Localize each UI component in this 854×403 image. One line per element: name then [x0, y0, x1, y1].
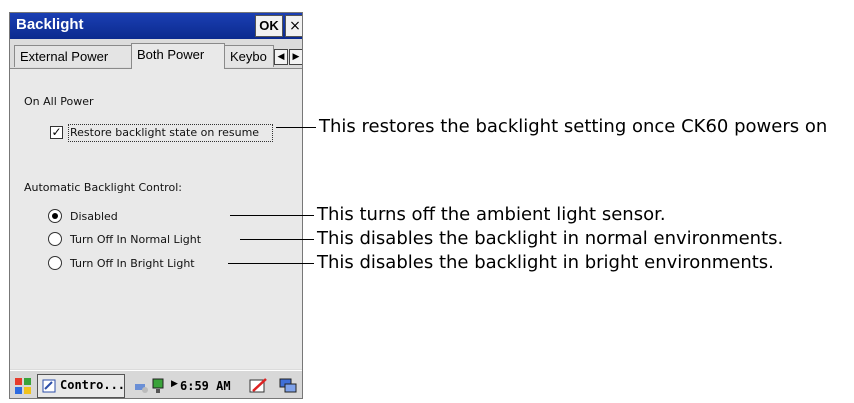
clock[interactable]: 6:59 AM [180, 379, 231, 393]
tab-external-power[interactable]: External Power [14, 45, 132, 67]
tab-keyboard[interactable]: Keybo [224, 45, 274, 67]
pen-input-icon[interactable] [249, 377, 269, 395]
connection-icon[interactable] [151, 377, 169, 395]
ok-button[interactable]: OK [255, 15, 283, 37]
check-icon: ✓ [51, 125, 62, 139]
annotation-bright-light: This disables the backlight in bright en… [317, 252, 774, 273]
control-panel-icon [42, 379, 56, 393]
settings-panel: On All Power ✓ Restore backlight state o… [10, 69, 302, 369]
annotation-line [240, 239, 314, 240]
radio-normal-light-label[interactable]: Turn Off In Normal Light [70, 233, 201, 246]
tab-scroll-right-button[interactable]: ▶ [289, 49, 302, 65]
radio-bright-light-label[interactable]: Turn Off In Bright Light [70, 257, 195, 270]
annotation-normal-light: This disables the backlight in normal en… [317, 228, 784, 249]
annotation-line [230, 215, 314, 216]
annotation-restore: This restores the backlight setting once… [319, 116, 828, 137]
device-window: Backlight OK × External Power Both Power… [9, 12, 303, 399]
window-title: Backlight [16, 16, 84, 33]
network-icon[interactable] [133, 378, 149, 394]
radio-disabled[interactable] [48, 209, 62, 223]
restore-backlight-label[interactable]: Restore backlight state on resume [70, 126, 259, 139]
tab-both-power[interactable]: Both Power [131, 43, 225, 69]
windows-switch-icon[interactable] [278, 377, 298, 395]
radio-disabled-label[interactable]: Disabled [70, 210, 118, 223]
task-control-panel-button[interactable]: Contro... [37, 374, 125, 398]
close-button[interactable]: × [285, 15, 302, 37]
radio-turn-off-normal-light[interactable] [48, 232, 62, 246]
chevron-right-icon: ▶ [292, 52, 300, 62]
annotation-line [228, 263, 314, 264]
radio-turn-off-bright-light[interactable] [48, 256, 62, 270]
tab-strip: External Power Both Power Keybo [10, 43, 302, 69]
restore-backlight-checkbox[interactable]: ✓ [50, 126, 63, 139]
taskbar: Contro... ▶ 6:59 AM [10, 370, 302, 398]
arrow-right-icon: ▶ [171, 379, 178, 389]
section-automatic-backlight-label: Automatic Backlight Control: [24, 181, 182, 194]
section-on-all-power-label: On All Power [24, 95, 94, 108]
windows-flag-icon[interactable] [14, 377, 32, 395]
annotation-disabled: This turns off the ambient light sensor. [317, 204, 666, 225]
tab-scroll-left-button[interactable]: ◀ [274, 49, 288, 65]
task-label: Contro... [60, 378, 126, 392]
annotation-line [276, 127, 316, 128]
chevron-left-icon: ◀ [277, 52, 285, 62]
title-bar: Backlight OK × [10, 13, 302, 39]
